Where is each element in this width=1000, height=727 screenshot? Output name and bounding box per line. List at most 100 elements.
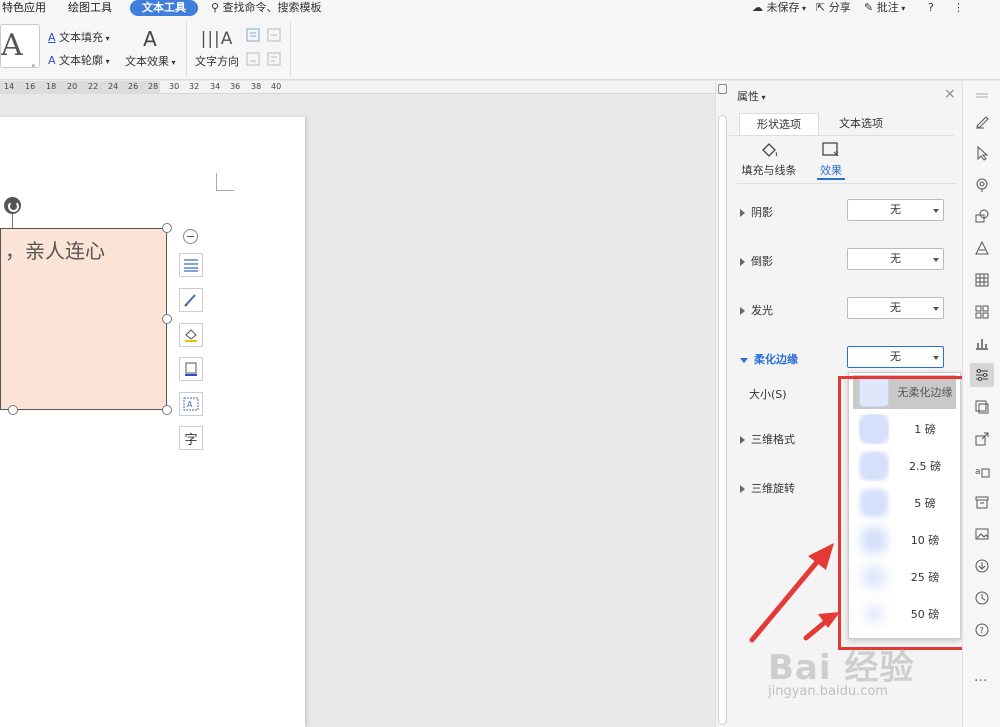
art-text-icon[interactable]: [970, 236, 994, 260]
text-fill-icon: A: [48, 31, 56, 44]
text-outline-button[interactable]: A 文本轮廓 ▾: [48, 52, 110, 68]
rotate-connector: [12, 214, 13, 228]
chart-icon[interactable]: [970, 331, 994, 355]
reflection-select[interactable]: 无: [847, 248, 944, 270]
3d-format-row[interactable]: 三维格式: [740, 431, 795, 447]
page-margin-mark: [216, 173, 234, 191]
resize-handle-bottom-right[interactable]: [162, 405, 172, 415]
text-effect-icon: A: [143, 27, 157, 51]
shadow-label: 阴影: [751, 206, 773, 219]
more-menu-button[interactable]: ⋮: [953, 0, 964, 16]
pen-icon[interactable]: [970, 109, 994, 133]
command-search[interactable]: ⚲ 查找命令、搜索模板: [211, 0, 322, 16]
unsaved-status[interactable]: ☁ 未保存 ▾: [752, 0, 806, 16]
share-icon: ⇱: [816, 1, 826, 14]
shape-style-button[interactable]: [179, 288, 203, 312]
collapse-toolbar-icon[interactable]: [183, 229, 198, 244]
table-icon[interactable]: [970, 268, 994, 292]
share-button[interactable]: ⇱ 分享: [816, 0, 851, 16]
layout-options-button[interactable]: [179, 253, 203, 277]
subtab-effects[interactable]: 效果: [817, 141, 845, 180]
vertical-scrollbar[interactable]: [715, 81, 729, 727]
tab-special-apps[interactable]: 特色应用: [2, 0, 46, 16]
cursor-icon[interactable]: [970, 141, 994, 165]
apps-grid-icon[interactable]: [970, 300, 994, 324]
align-bottom-icon[interactable]: [246, 52, 260, 69]
rotate-handle[interactable]: [4, 197, 21, 214]
align-top-icon[interactable]: [246, 28, 260, 45]
text-box-icon: A: [183, 397, 199, 411]
ruler-number: 26: [128, 82, 139, 91]
chevron-down-icon: ▾: [169, 58, 176, 67]
text-box-link-icon[interactable]: [267, 52, 281, 69]
text-direction-label: 文字方向: [195, 55, 239, 68]
tab-text-options[interactable]: 文本选项: [821, 113, 901, 135]
menu-bar: 特色应用 绘图工具 文本工具 ⚲ 查找命令、搜索模板 ☁ 未保存 ▾ ⇱ 分享 …: [0, 0, 1000, 16]
subtab-fill-line[interactable]: 填充与线条: [741, 141, 797, 178]
scrollbar-thumb[interactable]: [718, 115, 727, 725]
text-style-preview: A: [1, 28, 23, 63]
ruler-number: 34: [210, 82, 221, 91]
tab-shape-options[interactable]: 形状选项: [739, 113, 819, 135]
soft-edges-select[interactable]: 无: [847, 346, 944, 368]
text-shape[interactable]: ，亲人连心: [0, 228, 167, 410]
align-middle-icon[interactable]: [267, 28, 281, 45]
text-fill-button[interactable]: A 文本填充 ▾: [48, 29, 110, 45]
document-canvas[interactable]: ，亲人连心 A 字: [0, 95, 715, 727]
resize-handle-bottom[interactable]: [8, 405, 18, 415]
more-icon[interactable]: ...: [974, 669, 987, 685]
subtab-effects-label: 效果: [820, 164, 842, 177]
help-icon[interactable]: ?: [970, 618, 994, 642]
resize-handle-right[interactable]: [162, 314, 172, 324]
export-icon[interactable]: [970, 427, 994, 451]
text-outline-label: 文本轮廓: [59, 54, 104, 67]
glow-select[interactable]: 无: [847, 297, 944, 319]
properties-settings-icon[interactable]: [970, 363, 994, 387]
panel-title-label: 属性: [737, 90, 759, 103]
panel-title[interactable]: 属性 ▾: [737, 88, 766, 104]
tab-divider: [729, 135, 954, 136]
picture-tools-icon[interactable]: [970, 395, 994, 419]
archive-icon[interactable]: [970, 490, 994, 514]
effects-icon: [822, 142, 839, 157]
text-box-button[interactable]: A: [179, 392, 203, 416]
3d-rotation-row[interactable]: 三维旋转: [740, 480, 795, 496]
tab-drawing-tools[interactable]: 绘图工具: [68, 0, 112, 16]
share-label: 分享: [828, 1, 851, 14]
chevron-down-icon: [933, 307, 939, 311]
right-toolbar: a ? ...: [962, 81, 1000, 727]
document-page[interactable]: [0, 117, 305, 727]
tab-text-tools[interactable]: 文本工具: [130, 0, 198, 16]
ruler-number: 16: [25, 82, 36, 91]
text-format-button[interactable]: 字: [179, 426, 203, 450]
horizontal-ruler[interactable]: 14 16 18 20 22 24 26 28 30 32 34 36 38 4…: [0, 81, 715, 94]
shape-text[interactable]: ，亲人连心: [5, 235, 105, 264]
ruler-number: 14: [4, 82, 15, 91]
shadow-row[interactable]: 阴影: [740, 204, 773, 220]
collapse-arrow-icon: [740, 357, 748, 363]
history-icon[interactable]: [970, 586, 994, 610]
text-direction-button[interactable]: |||A 文字方向: [194, 28, 240, 69]
backup-icon[interactable]: [970, 554, 994, 578]
shadow-select[interactable]: 无: [847, 199, 944, 221]
location-pin-icon[interactable]: [970, 173, 994, 197]
shapes-icon[interactable]: [970, 204, 994, 228]
annotate-button[interactable]: ✎ 批注 ▾: [864, 0, 905, 16]
watermark-url: jingyan.baidu.com: [768, 684, 888, 699]
soft-edges-row[interactable]: 柔化边缘: [740, 351, 798, 367]
ruler-number: 22: [88, 82, 99, 91]
scroll-top-icon[interactable]: [718, 84, 727, 94]
panel-handle-icon[interactable]: [970, 83, 994, 107]
fill-button[interactable]: [179, 323, 203, 347]
close-icon[interactable]: ×: [944, 86, 956, 102]
help-button[interactable]: ?: [928, 0, 934, 16]
resize-handle-top-right[interactable]: [162, 223, 172, 233]
glow-row[interactable]: 发光: [740, 302, 773, 318]
outline-button[interactable]: [179, 357, 203, 381]
annotate-icon: ✎: [864, 1, 874, 14]
text-style-gallery[interactable]: A ⇕: [0, 24, 40, 68]
text-effect-button[interactable]: A 文本效果 ▾: [125, 27, 176, 69]
image-icon[interactable]: [970, 522, 994, 546]
translate-icon[interactable]: a: [970, 459, 994, 483]
reflection-row[interactable]: 倒影: [740, 253, 773, 269]
